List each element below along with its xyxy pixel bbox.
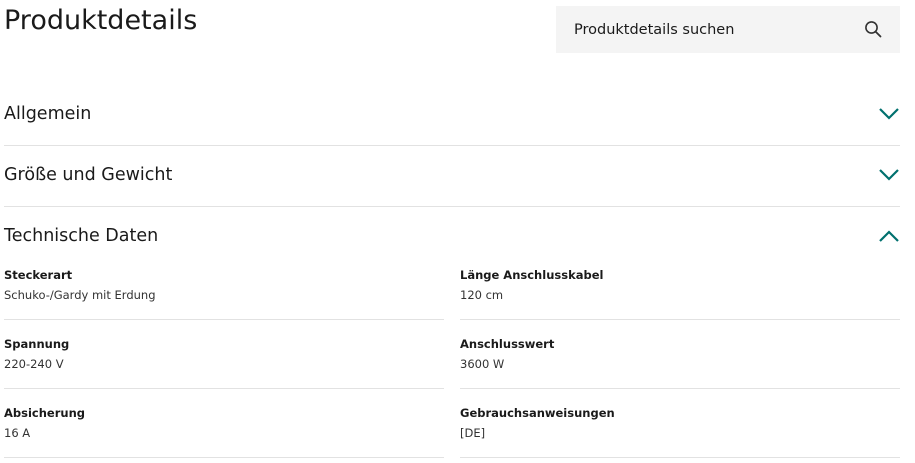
spec-label: Absicherung — [4, 406, 85, 420]
spec-divider — [4, 319, 444, 320]
spec-divider — [460, 457, 900, 458]
search-input[interactable] — [572, 20, 846, 39]
section-divider — [4, 145, 900, 146]
spec-label: Gebrauchsanweisungen — [460, 406, 615, 420]
spec-value: Schuko-/Gardy mit Erdung — [4, 288, 156, 302]
spec-value: 16 A — [4, 426, 31, 440]
spec-divider — [4, 388, 444, 389]
search-box — [556, 6, 900, 53]
section-technische-daten-toggle[interactable]: Technische Daten — [4, 221, 900, 251]
spec-divider — [460, 388, 900, 389]
section-groesse-gewicht-toggle[interactable]: Größe und Gewicht — [4, 160, 900, 190]
section-divider — [4, 206, 900, 207]
spec-label: Anschlusswert — [460, 337, 555, 351]
search-button[interactable] — [863, 20, 883, 40]
search-icon — [865, 21, 882, 38]
spec-value: 3600 W — [460, 357, 505, 371]
spec-divider — [460, 319, 900, 320]
spec-label: Spannung — [4, 337, 70, 351]
chevron-down-icon — [879, 108, 899, 120]
spec-label: Steckerart — [4, 268, 73, 282]
chevron-down-icon — [879, 169, 899, 181]
spec-value: [DE] — [460, 426, 486, 440]
spec-divider — [4, 457, 444, 458]
section-title: Technische Daten — [4, 226, 159, 246]
chevron-up-icon — [879, 230, 899, 242]
page-title: Produktdetails — [4, 5, 198, 36]
spec-value: 220-240 V — [4, 357, 64, 371]
spec-label: Länge Anschlusskabel — [460, 268, 604, 282]
section-allgemein-toggle[interactable]: Allgemein — [4, 99, 900, 129]
spec-value: 120 cm — [460, 288, 504, 302]
section-title: Größe und Gewicht — [4, 165, 173, 185]
section-title: Allgemein — [4, 104, 92, 124]
